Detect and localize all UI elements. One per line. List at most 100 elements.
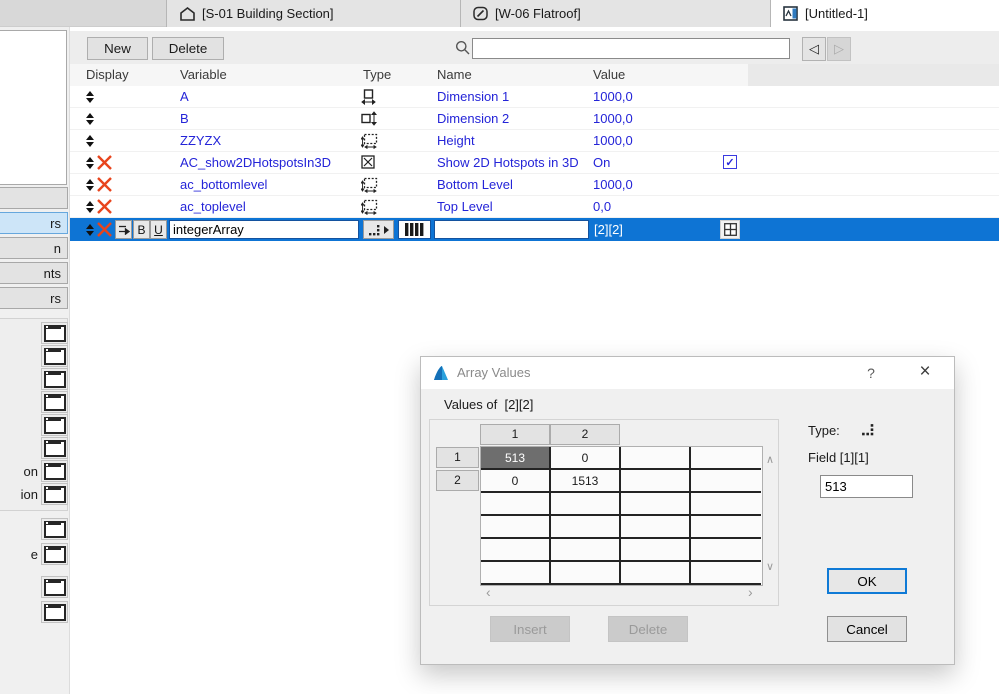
variable-name-input[interactable] (169, 220, 359, 239)
open-window-button[interactable] (41, 368, 68, 390)
col-type[interactable]: Type (363, 67, 391, 82)
display-name-input[interactable] (434, 220, 589, 239)
delete-x-icon[interactable] (97, 177, 112, 192)
delete-parameter-button[interactable]: Delete (152, 37, 224, 60)
name-cell[interactable]: Height (437, 133, 475, 148)
array-cell[interactable] (621, 470, 691, 493)
sort-handle-icon[interactable] (85, 91, 95, 103)
scroll-up-icon[interactable]: ∧ (766, 453, 774, 466)
name-cell[interactable]: Dimension 2 (437, 111, 509, 126)
indent-subparam-button[interactable] (115, 220, 132, 239)
col-value[interactable]: Value (593, 67, 625, 82)
array-cell[interactable] (691, 539, 761, 562)
col-variable[interactable]: Variable (180, 67, 227, 82)
array-cell[interactable] (691, 493, 761, 516)
array-cell[interactable] (481, 493, 551, 516)
table-row[interactable]: A Dimension 1 1000,0 (70, 86, 999, 108)
variable-cell[interactable]: B (180, 111, 189, 126)
value-cell[interactable]: 1000,0 (593, 133, 633, 148)
sidebar-section-button[interactable]: n (0, 237, 68, 259)
array-cell[interactable] (551, 516, 621, 539)
array-cell[interactable] (621, 516, 691, 539)
array-cell-selected[interactable]: 513 (481, 447, 551, 470)
variable-cell[interactable]: ZZYZX (180, 133, 221, 148)
col-name[interactable]: Name (437, 67, 472, 82)
row-header[interactable]: 2 (436, 470, 479, 491)
table-row[interactable]: ac_toplevel Top Level 0,0 (70, 196, 999, 218)
variable-cell[interactable]: ac_toplevel (180, 199, 246, 214)
help-button[interactable]: ? (861, 365, 881, 381)
tab-flatroof[interactable]: [W-06 Flatroof] (460, 0, 770, 27)
insert-button[interactable]: Insert (490, 616, 570, 642)
bold-button[interactable]: B (133, 220, 150, 239)
tab-building-section[interactable]: [S-01 Building Section] (166, 0, 460, 27)
sidebar-section-button[interactable] (0, 187, 68, 209)
selected-parameter-row[interactable]: B U [2][2] (70, 218, 999, 241)
array-cell[interactable] (691, 470, 761, 493)
array-cell[interactable] (691, 516, 761, 539)
value-cell[interactable]: On (593, 155, 610, 170)
search-input[interactable] (472, 38, 790, 59)
col-display[interactable]: Display (86, 67, 129, 82)
array-cell[interactable]: 0 (551, 447, 621, 470)
table-row[interactable]: AC_show2DHotspotsIn3D Show 2D Hotspots i… (70, 152, 999, 174)
name-cell[interactable]: Show 2D Hotspots in 3D (437, 155, 579, 170)
open-window-button[interactable] (41, 437, 68, 459)
table-row[interactable]: ac_bottomlevel Bottom Level 1000,0 (70, 174, 999, 196)
variable-cell[interactable]: ac_bottomlevel (180, 177, 267, 192)
open-window-button[interactable] (41, 518, 68, 540)
array-cell[interactable] (551, 539, 621, 562)
sort-handle-icon[interactable] (85, 179, 95, 191)
array-cell[interactable] (621, 447, 691, 470)
open-window-button[interactable] (41, 460, 68, 482)
open-window-button[interactable] (41, 601, 68, 623)
array-cell[interactable] (551, 562, 621, 585)
underline-button[interactable]: U (150, 220, 167, 239)
table-row[interactable]: B Dimension 2 1000,0 (70, 108, 999, 130)
array-cell[interactable] (551, 493, 621, 516)
array-cell[interactable]: 1513 (551, 470, 621, 493)
delete-x-icon[interactable] (97, 199, 112, 214)
array-values-button[interactable] (398, 220, 431, 239)
delete-x-icon[interactable] (97, 222, 112, 237)
sidebar-section-button[interactable]: nts (0, 262, 68, 284)
array-cell[interactable] (481, 539, 551, 562)
array-cell[interactable] (621, 562, 691, 585)
sidebar-section-button[interactable]: rs (0, 287, 68, 309)
name-cell[interactable]: Top Level (437, 199, 493, 214)
value-cell[interactable]: 1000,0 (593, 89, 633, 104)
new-parameter-button[interactable]: New (87, 37, 148, 60)
sort-handle-icon[interactable] (85, 113, 95, 125)
open-window-button[interactable] (41, 543, 68, 565)
tab-untitled[interactable]: [Untitled-1] (770, 0, 999, 27)
value-cell[interactable]: 1000,0 (593, 177, 633, 192)
sort-handle-icon[interactable] (85, 224, 95, 236)
value-checkbox[interactable]: ✓ (723, 155, 737, 169)
value-cell[interactable]: 1000,0 (593, 111, 633, 126)
cancel-button[interactable]: Cancel (827, 616, 907, 642)
name-cell[interactable]: Bottom Level (437, 177, 513, 192)
value-cell[interactable]: 0,0 (593, 199, 611, 214)
scroll-left-icon[interactable]: ‹ (486, 584, 491, 600)
open-array-grid-button[interactable] (720, 220, 740, 239)
array-cell[interactable] (481, 562, 551, 585)
dialog-title-bar[interactable]: Array Values ? × (421, 357, 954, 389)
sidebar-section-button-selected[interactable]: rs (0, 212, 68, 234)
scroll-right-icon[interactable]: › (748, 584, 753, 600)
field-value-input[interactable] (820, 475, 913, 498)
array-cell[interactable]: 0 (481, 470, 551, 493)
open-window-button[interactable] (41, 322, 68, 344)
array-cell[interactable] (621, 493, 691, 516)
column-header[interactable]: 2 (550, 424, 620, 445)
open-window-button[interactable] (41, 483, 68, 505)
name-cell[interactable]: Dimension 1 (437, 89, 509, 104)
array-cell[interactable] (691, 562, 761, 585)
open-window-button[interactable] (41, 576, 68, 598)
sort-handle-icon[interactable] (85, 135, 95, 147)
close-button[interactable]: × (913, 361, 937, 383)
column-header[interactable]: 1 (480, 424, 550, 445)
sort-handle-icon[interactable] (85, 201, 95, 213)
variable-cell[interactable]: AC_show2DHotspotsIn3D (180, 155, 331, 170)
variable-cell[interactable]: A (180, 89, 189, 104)
type-dropdown-button[interactable] (363, 220, 394, 239)
